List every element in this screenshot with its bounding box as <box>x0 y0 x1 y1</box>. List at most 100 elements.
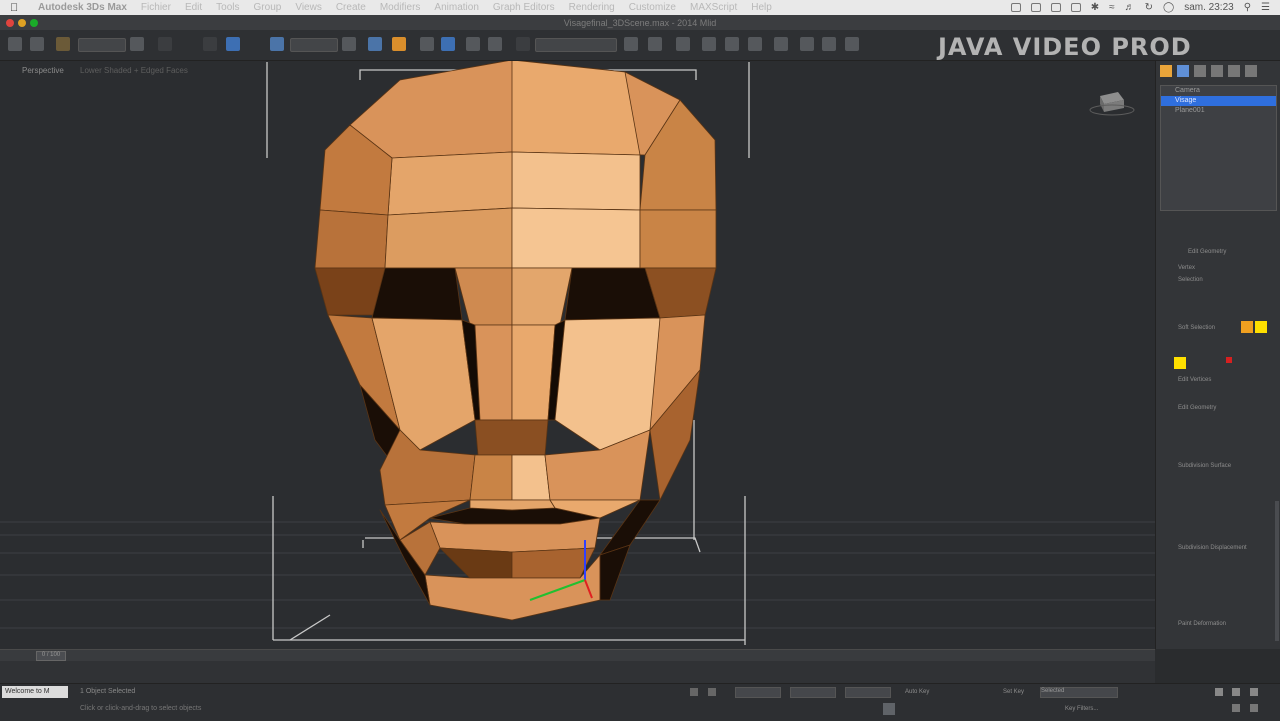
select-manipulate-icon[interactable] <box>368 37 382 51</box>
color-swatch-yellow[interactable] <box>1174 357 1186 369</box>
notification-icon[interactable]: ☰ <box>1261 2 1270 13</box>
stack-row[interactable]: Camera <box>1161 86 1276 96</box>
angle-snap-icon[interactable] <box>441 37 455 51</box>
snaps-toggle-icon[interactable] <box>420 37 434 51</box>
layer-manager-icon[interactable] <box>676 37 690 51</box>
rollout-label[interactable]: Paint Deformation <box>1178 621 1226 627</box>
rollout-title[interactable]: Edit Geometry <box>1188 249 1226 255</box>
volume-icon[interactable]: ♬ <box>1125 2 1135 13</box>
menu-app[interactable]: Autodesk 3Ds Max <box>38 2 127 13</box>
track-bar[interactable] <box>0 661 1155 683</box>
key-filters-button[interactable]: Key Filters... <box>1065 706 1098 712</box>
swatch-orange[interactable] <box>1241 321 1253 333</box>
adobe-icon[interactable] <box>1030 3 1041 12</box>
select-region-icon[interactable] <box>203 37 217 51</box>
display-tab-icon[interactable] <box>1228 65 1240 77</box>
curve-editor-icon[interactable] <box>725 37 739 51</box>
reference-coordinate-dropdown[interactable] <box>290 38 338 52</box>
window-crossing-icon[interactable] <box>226 37 240 51</box>
menu-maxscript[interactable]: MAXScript <box>690 2 737 13</box>
orbit-icon[interactable] <box>1232 704 1240 712</box>
bluetooth-icon[interactable]: ✱ <box>1091 2 1099 13</box>
sync-icon[interactable]: ↻ <box>1145 2 1153 13</box>
zoom-extents-icon[interactable] <box>1250 688 1258 696</box>
apple-icon[interactable]:  <box>10 2 24 14</box>
menubar-clock[interactable]: sam. 23:23 <box>1184 2 1233 13</box>
create-tab-icon[interactable] <box>1160 65 1172 77</box>
menu-file[interactable]: Fichier <box>141 2 171 13</box>
edit-named-selection-icon[interactable] <box>516 37 530 51</box>
pan-icon[interactable] <box>1250 704 1258 712</box>
motion-tab-icon[interactable] <box>1211 65 1223 77</box>
display-icon[interactable] <box>1070 3 1081 12</box>
rollout-label[interactable]: Soft Selection <box>1178 325 1215 331</box>
clock-icon[interactable]: ◯ <box>1163 2 1174 13</box>
render-setup-icon[interactable] <box>800 37 814 51</box>
keyboard-shortcut-icon[interactable] <box>392 37 406 51</box>
swatch-yellow[interactable] <box>1255 321 1267 333</box>
rollout-label[interactable]: Edit Geometry <box>1178 405 1216 411</box>
rollout-label[interactable]: Subdivision Displacement <box>1178 545 1247 551</box>
menu-animation[interactable]: Animation <box>434 2 478 13</box>
y-coordinate-field[interactable] <box>790 687 836 698</box>
time-slider-knob[interactable]: 0 / 100 <box>36 651 66 661</box>
menu-modifiers[interactable]: Modifiers <box>380 2 421 13</box>
viewport-canvas[interactable] <box>0 61 1155 649</box>
play-animation-icon[interactable] <box>1215 688 1223 696</box>
select-by-name-icon[interactable] <box>158 37 172 51</box>
lock-selection-icon[interactable] <box>690 688 698 696</box>
modify-tab-icon[interactable] <box>1177 65 1189 77</box>
set-key-icon[interactable] <box>883 703 895 715</box>
utilities-tab-icon[interactable] <box>1245 65 1257 77</box>
menu-tools[interactable]: Tools <box>216 2 239 13</box>
hierarchy-tab-icon[interactable] <box>1194 65 1206 77</box>
rollout-label[interactable]: Vertex <box>1178 265 1195 271</box>
screen-icon[interactable] <box>1010 3 1021 12</box>
menu-views[interactable]: Views <box>295 2 322 13</box>
rendered-frame-window-icon[interactable] <box>822 37 836 51</box>
rollout-label[interactable]: Subdivision Surface <box>1178 463 1231 469</box>
menu-group[interactable]: Group <box>254 2 282 13</box>
pivot-center-icon[interactable] <box>342 37 356 51</box>
color-swatch-red[interactable] <box>1226 357 1232 363</box>
auto-key-label[interactable]: Auto Key <box>905 689 929 695</box>
menu-help[interactable]: Help <box>751 2 772 13</box>
named-selection-dropdown[interactable] <box>535 38 617 52</box>
align-icon[interactable] <box>648 37 662 51</box>
menu-edit[interactable]: Edit <box>185 2 202 13</box>
rollout-label[interactable]: Selection <box>1178 277 1203 283</box>
dropbox-icon[interactable] <box>1050 3 1061 12</box>
material-editor-icon[interactable] <box>774 37 788 51</box>
modifier-stack-list[interactable]: Camera Visage Plane001 <box>1160 85 1277 211</box>
menu-graph-editors[interactable]: Graph Editors <box>493 2 555 13</box>
stack-row-selected[interactable]: Visage <box>1161 96 1276 106</box>
command-panel-scrollbar[interactable] <box>1275 501 1279 641</box>
z-coordinate-field[interactable] <box>845 687 891 698</box>
rollout-label[interactable]: Edit Vertices <box>1178 377 1211 383</box>
bind-spacewarp-icon[interactable] <box>56 37 70 51</box>
mirror-icon[interactable] <box>624 37 638 51</box>
selected-dropdown[interactable]: Selected <box>1040 687 1118 698</box>
move-icon[interactable] <box>270 37 284 51</box>
absolute-mode-icon[interactable] <box>708 688 716 696</box>
perspective-viewport[interactable]: Perspective Lower Shaded + Edged Faces <box>0 61 1155 649</box>
render-production-icon[interactable] <box>845 37 859 51</box>
spinner-snap-icon[interactable] <box>488 37 502 51</box>
next-frame-icon[interactable] <box>1232 688 1240 696</box>
stack-row[interactable]: Plane001 <box>1161 106 1276 116</box>
selection-filter-dropdown[interactable] <box>78 38 126 52</box>
graphite-toggle-icon[interactable] <box>702 37 716 51</box>
set-key-label[interactable]: Set Key <box>1003 689 1024 695</box>
wifi-icon[interactable]: ≈ <box>1109 2 1115 13</box>
x-coordinate-field[interactable] <box>735 687 781 698</box>
maxscript-listener-input[interactable]: Welcome to M <box>2 686 68 698</box>
menu-customize[interactable]: Customize <box>629 2 676 13</box>
percent-snap-icon[interactable] <box>466 37 480 51</box>
select-object-icon[interactable] <box>130 37 144 51</box>
menu-rendering[interactable]: Rendering <box>569 2 615 13</box>
unlink-icon[interactable] <box>30 37 44 51</box>
search-icon[interactable]: ⚲ <box>1244 2 1251 13</box>
menu-create[interactable]: Create <box>336 2 366 13</box>
schematic-view-icon[interactable] <box>748 37 762 51</box>
link-icon[interactable] <box>8 37 22 51</box>
